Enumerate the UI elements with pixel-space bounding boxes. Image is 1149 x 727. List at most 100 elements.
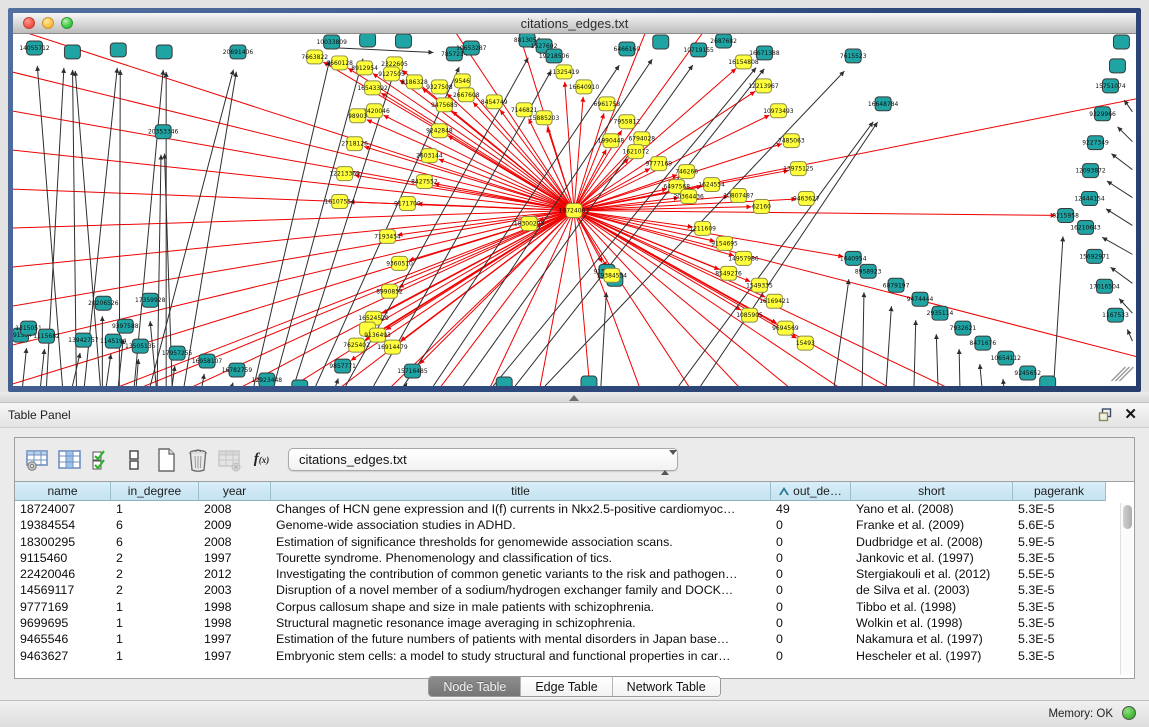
- table-cell[interactable]: 2: [111, 582, 199, 598]
- split-pane-divider[interactable]: [0, 392, 1149, 403]
- table-cell[interactable]: 5.5E-5: [1013, 566, 1106, 582]
- table-cell[interactable]: 5.3E-5: [1013, 648, 1106, 664]
- table-cell[interactable]: Genome-wide association studies in ADHD.: [271, 517, 771, 533]
- table-cell[interactable]: 2008: [199, 501, 271, 517]
- column-header[interactable]: title: [271, 482, 771, 501]
- tab-node-table[interactable]: Node Table: [429, 677, 521, 696]
- table-row[interactable]: 946554611997Estimation of the future num…: [15, 631, 1118, 647]
- node[interactable]: [110, 43, 126, 57]
- table-cell[interactable]: 5.3E-5: [1013, 599, 1106, 615]
- node[interactable]: [64, 45, 80, 59]
- column-header[interactable]: year: [199, 482, 271, 501]
- table-cell[interactable]: 2012: [199, 566, 271, 582]
- table-cell[interactable]: 14569117: [15, 582, 111, 598]
- table-cell[interactable]: 1: [111, 599, 199, 615]
- table-scrollbar[interactable]: [1120, 503, 1132, 675]
- table-cell[interactable]: Estimation of the future numbers of pati…: [271, 631, 771, 647]
- table-cell[interactable]: 1997: [199, 648, 271, 664]
- table-cell[interactable]: 0: [771, 648, 851, 664]
- table-cell[interactable]: 9465546: [15, 631, 111, 647]
- tab-edge-table[interactable]: Edge Table: [521, 677, 612, 696]
- canvas-resize-grip[interactable]: [1111, 367, 1133, 381]
- node[interactable]: [1109, 59, 1125, 73]
- table-cell[interactable]: Yano et al. (2008): [851, 501, 1013, 517]
- table-row[interactable]: 1456911722003Disruption of a novel membe…: [15, 582, 1118, 598]
- tab-network-table[interactable]: Network Table: [613, 677, 720, 696]
- table-cell[interactable]: 2: [111, 550, 199, 566]
- table-cell[interactable]: Hescheler et al. (1997): [851, 648, 1013, 664]
- table-cell[interactable]: 9699695: [15, 615, 111, 631]
- show-columns-button[interactable]: [56, 446, 83, 473]
- table-cell[interactable]: 1998: [199, 615, 271, 631]
- table-cell[interactable]: 1998: [199, 599, 271, 615]
- table-cell[interactable]: Tibbo et al. (1998): [851, 599, 1013, 615]
- table-cell[interactable]: 5.3E-5: [1013, 615, 1106, 631]
- table-row[interactable]: 2242004622012Investigating the contribut…: [15, 566, 1118, 582]
- table-cell[interactable]: 49: [771, 501, 851, 517]
- table-cell[interactable]: de Silva et al. (2003): [851, 582, 1013, 598]
- table-cell[interactable]: 0: [771, 517, 851, 533]
- table-row[interactable]: 1872400712008Changes of HCN gene express…: [15, 501, 1118, 517]
- table-cell[interactable]: 5.3E-5: [1013, 631, 1106, 647]
- table-row[interactable]: 977716911998Corpus callosum shape and si…: [15, 599, 1118, 615]
- table-cell[interactable]: 18300295: [15, 534, 111, 550]
- table-cell[interactable]: 18724007: [15, 501, 111, 517]
- table-cell[interactable]: 2003: [199, 582, 271, 598]
- table-cell[interactable]: Nakamura et al. (1997): [851, 631, 1013, 647]
- close-panel-icon[interactable]: ✕: [1124, 405, 1137, 423]
- table-cell[interactable]: 9115460: [15, 550, 111, 566]
- table-cell[interactable]: Wolkin et al. (1998): [851, 615, 1013, 631]
- table-cell[interactable]: 5.6E-5: [1013, 517, 1106, 533]
- table-cell[interactable]: Changes of HCN gene expression and I(f) …: [271, 501, 771, 517]
- table-cell[interactable]: 5.3E-5: [1013, 550, 1106, 566]
- table-cell[interactable]: Embryonic stem cells: a model to study s…: [271, 648, 771, 664]
- select-all-button[interactable]: [88, 446, 115, 473]
- column-header[interactable]: name: [15, 482, 111, 501]
- table-cell[interactable]: 5.9E-5: [1013, 534, 1106, 550]
- column-header[interactable]: pagerank: [1013, 482, 1106, 501]
- table-select-dropdown[interactable]: citations_edges.txt: [288, 448, 678, 471]
- table-row[interactable]: 1938455462009Genome-wide association stu…: [15, 517, 1118, 533]
- node[interactable]: [496, 377, 512, 386]
- node[interactable]: [396, 34, 412, 48]
- table-cell[interactable]: 5.3E-5: [1013, 582, 1106, 598]
- table-cell[interactable]: 1: [111, 631, 199, 647]
- node[interactable]: [1113, 35, 1129, 49]
- table-row[interactable]: 911546021997Tourette syndrome. Phenomeno…: [15, 550, 1118, 566]
- table-cell[interactable]: 0: [771, 631, 851, 647]
- table-cell[interactable]: 1: [111, 615, 199, 631]
- table-cell[interactable]: 2009: [199, 517, 271, 533]
- table-cell[interactable]: 0: [771, 534, 851, 550]
- new-column-button[interactable]: [152, 446, 179, 473]
- table-cell[interactable]: 5.3E-5: [1013, 501, 1106, 517]
- table-cell[interactable]: 1997: [199, 631, 271, 647]
- node[interactable]: [156, 45, 172, 59]
- table-cell[interactable]: 1997: [199, 550, 271, 566]
- table-cell[interactable]: 0: [771, 582, 851, 598]
- table-cell[interactable]: 2008: [199, 534, 271, 550]
- delete-columns-button[interactable]: [184, 446, 211, 473]
- table-row[interactable]: 969969511998Structural magnetic resonanc…: [15, 615, 1118, 631]
- node[interactable]: [581, 376, 597, 386]
- table-cell[interactable]: Investigating the contribution of common…: [271, 566, 771, 582]
- table-cell[interactable]: Disruption of a novel member of a sodium…: [271, 582, 771, 598]
- table-mode-button[interactable]: [24, 446, 51, 473]
- table-cell[interactable]: 22420046: [15, 566, 111, 582]
- table-cell[interactable]: 0: [771, 566, 851, 582]
- memory-ok-indicator[interactable]: [1122, 706, 1136, 720]
- table-cell[interactable]: Jankovic et al. (1997): [851, 550, 1013, 566]
- function-builder-button[interactable]: f(x): [248, 446, 275, 473]
- table-cell[interactable]: 0: [771, 550, 851, 566]
- table-cell[interactable]: 1: [111, 648, 199, 664]
- node[interactable]: [653, 35, 669, 49]
- float-panel-icon[interactable]: [1098, 408, 1113, 422]
- table-cell[interactable]: Corpus callosum shape and size in male p…: [271, 599, 771, 615]
- table-cell[interactable]: 2: [111, 566, 199, 582]
- table-cell[interactable]: Estimation of significance thresholds fo…: [271, 534, 771, 550]
- table-cell[interactable]: 6: [111, 534, 199, 550]
- table-cell[interactable]: 0: [771, 599, 851, 615]
- table-cell[interactable]: Franke et al. (2009): [851, 517, 1013, 533]
- table-cell[interactable]: Stergiakouli et al. (2012): [851, 566, 1013, 582]
- network-canvas[interactable]: 1405571220691406100338097857234106532878…: [13, 34, 1136, 386]
- table-row[interactable]: 1830029562008Estimation of significance …: [15, 534, 1118, 550]
